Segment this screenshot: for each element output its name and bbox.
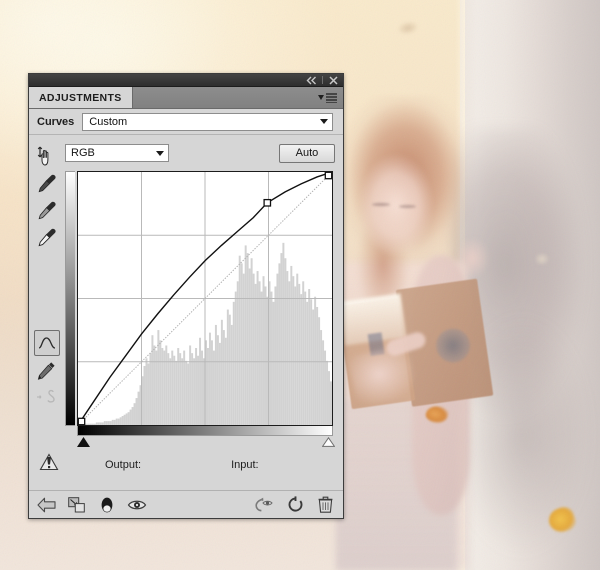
edit-points-curve-tool[interactable] (34, 330, 60, 356)
input-value[interactable] (263, 458, 291, 472)
smooth-curve-icon (37, 389, 55, 403)
output-value[interactable] (145, 458, 173, 472)
white-triangle-slider (321, 436, 336, 447)
input-field: Input: (231, 458, 291, 472)
eyedropper-white-icon (38, 228, 56, 247)
eyedropper-gray-icon (38, 201, 56, 220)
hand-arrows-icon (37, 146, 49, 166)
panel-menu-button[interactable] (318, 87, 343, 108)
back-arrow-icon (37, 497, 56, 512)
curve-control-point-0 (78, 417, 86, 425)
input-gradient-strip (77, 426, 333, 436)
preset-value: Custom (89, 115, 128, 128)
photo-figure-eye-left (372, 203, 390, 206)
clipping-warning-button[interactable] (39, 452, 59, 475)
curves-graph-column: RGB Auto Output: Input: (65, 141, 343, 487)
output-label: Output: (105, 459, 142, 471)
preview-previous-state-button[interactable] (255, 495, 275, 515)
delete-adjustment-layer-button[interactable] (315, 495, 335, 515)
white-point-slider[interactable] (321, 436, 336, 450)
chevron-down-icon (320, 119, 328, 124)
tool-column-spacer (34, 251, 60, 329)
clip-to-layer-icon (68, 496, 85, 512)
panel-titlebar (29, 74, 343, 87)
hamburger-icon (326, 92, 337, 103)
white-point-eyedropper[interactable] (34, 224, 60, 250)
adjustments-panel: ADJUSTMENTS Curves Custom RGB Auto Outpu… (28, 73, 344, 519)
input-label: Input: (231, 459, 259, 471)
screenshot-root: ADJUSTMENTS Curves Custom RGB Auto Outpu… (0, 0, 600, 570)
targeted-adjustment-tool[interactable] (34, 143, 60, 169)
clipping-warning-icon (39, 453, 59, 471)
curve-icon (38, 337, 56, 349)
photo-figure-raised-hand (455, 238, 489, 278)
preview-previous-icon (255, 497, 273, 511)
channel-row: RGB Auto (65, 141, 335, 165)
toggle-layer-mask-button[interactable] (97, 495, 117, 515)
chevron-down-icon (318, 95, 324, 100)
preset-dropdown[interactable]: Custom (82, 112, 333, 131)
photo-figure-eye-right (399, 205, 416, 208)
gray-point-eyedropper[interactable] (34, 197, 60, 223)
clip-to-layer-button[interactable] (67, 495, 87, 515)
curve-control-point-1 (263, 198, 272, 207)
titlebar-separator (322, 76, 323, 84)
tab-filler (133, 87, 318, 108)
tab-adjustments-label: ADJUSTMENTS (39, 91, 122, 104)
pencil-icon (37, 362, 55, 380)
smooth-curve-button[interactable] (34, 384, 60, 410)
curves-tool-column (29, 141, 65, 487)
curve-editor (65, 171, 335, 426)
photo-figure-face (355, 150, 437, 260)
curve-grid[interactable] (77, 171, 333, 426)
output-gradient-strip (65, 171, 75, 426)
close-icon[interactable] (328, 75, 339, 86)
black-white-point-sliders (77, 436, 336, 450)
eye-icon (127, 500, 147, 509)
black-triangle-slider (77, 437, 90, 447)
curve-plot[interactable] (78, 172, 332, 425)
return-to-adjustment-list-button[interactable] (37, 495, 57, 515)
output-input-fields: Output: Input: (65, 448, 335, 472)
black-point-eyedropper[interactable] (34, 170, 60, 196)
channel-value: RGB (71, 147, 95, 159)
auto-button-label: Auto (295, 147, 319, 159)
output-field: Output: (105, 458, 173, 472)
auto-button[interactable]: Auto (279, 143, 335, 163)
trash-icon (318, 496, 332, 513)
reset-adjustment-button[interactable] (285, 495, 305, 515)
collapse-to-icons-button[interactable] (306, 75, 317, 86)
chevron-down-icon (156, 150, 164, 156)
mask-ellipse-icon (101, 497, 113, 512)
channel-dropdown[interactable]: RGB (65, 144, 169, 162)
panel-tab-row: ADJUSTMENTS (29, 87, 343, 109)
curve-control-point-2 (324, 172, 332, 180)
adjustment-name-label: Curves (37, 115, 75, 128)
reset-circular-arrow-icon (288, 496, 302, 512)
black-point-slider[interactable] (77, 437, 90, 450)
panel-body: RGB Auto Output: Input: (29, 135, 343, 487)
eyedropper-black-icon (38, 174, 56, 193)
adjustment-header-row: Curves Custom (29, 109, 343, 135)
photo-falling-leaf-3 (535, 253, 549, 265)
panel-bottom-bar (29, 490, 343, 518)
pencil-draw-curve-tool[interactable] (34, 357, 60, 383)
photo-cast-shadow-lower (470, 300, 600, 570)
tab-adjustments[interactable]: ADJUSTMENTS (29, 87, 133, 108)
toggle-layer-visibility-button[interactable] (127, 495, 147, 515)
